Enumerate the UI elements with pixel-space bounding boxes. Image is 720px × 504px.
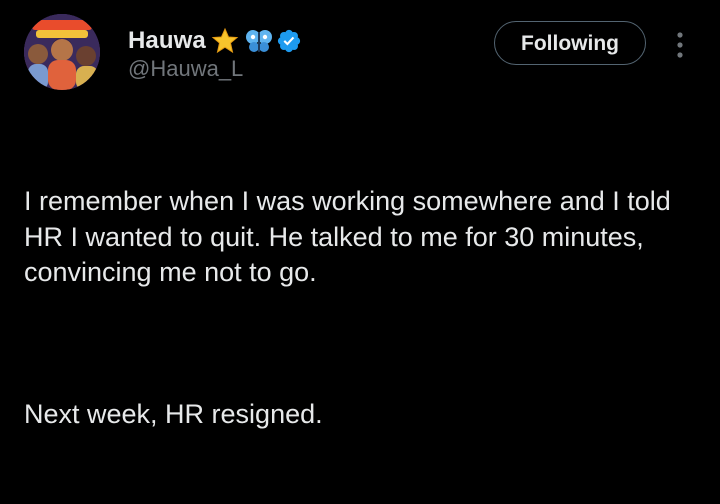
blue-butterfly-emoji-icon bbox=[244, 26, 274, 56]
tweet-paragraph: Next week, HR resigned. bbox=[24, 399, 323, 429]
star-emoji-icon bbox=[210, 26, 240, 56]
verified-badge-icon bbox=[276, 28, 302, 54]
tweet-card: Hauwa @Hauwa_L Following I remember when… bbox=[0, 0, 720, 429]
author-handle[interactable]: @Hauwa_L bbox=[128, 56, 243, 82]
tweet-paragraph: I remember when I was working somewhere … bbox=[24, 186, 679, 287]
author-avatar[interactable] bbox=[24, 14, 100, 90]
author-name-row: Hauwa bbox=[128, 24, 302, 58]
author-display-name[interactable]: Hauwa bbox=[128, 27, 206, 55]
tweet-text: I remember when I was working somewhere … bbox=[24, 113, 704, 504]
avatar-illustration bbox=[24, 14, 100, 90]
following-button[interactable]: Following bbox=[494, 21, 646, 65]
more-vertical-icon[interactable] bbox=[668, 28, 692, 62]
